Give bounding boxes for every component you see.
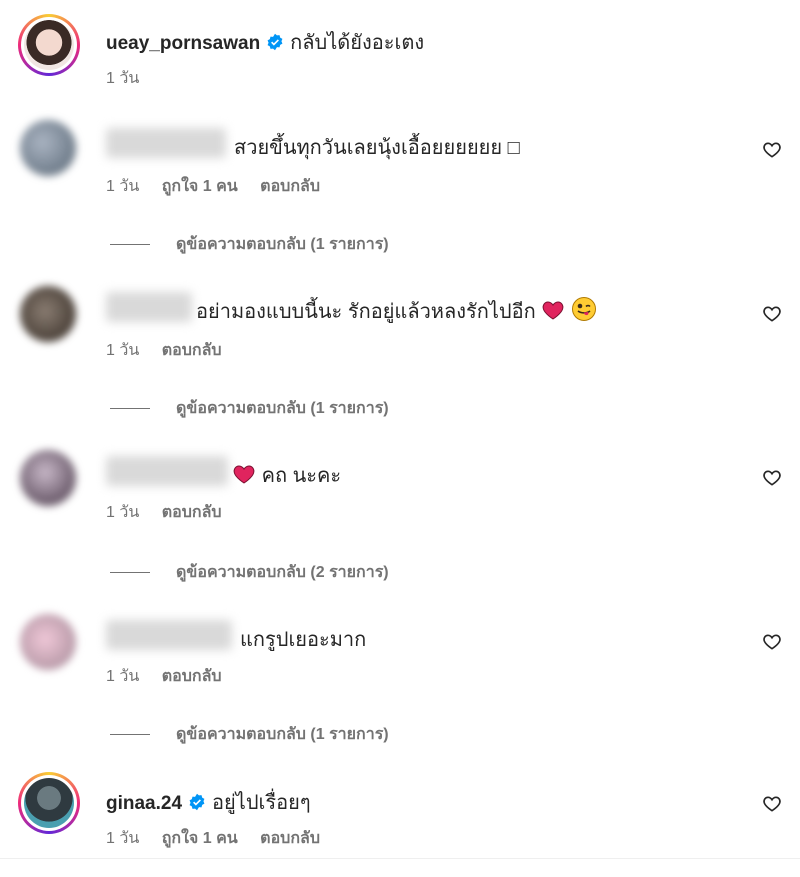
comment-meta: 1 วัน ตอบกลับ	[106, 500, 240, 525]
bottom-divider	[0, 858, 800, 859]
commenter-avatar[interactable]	[20, 450, 76, 506]
replies-divider	[110, 408, 150, 410]
comment-text: คถ นะคะ	[232, 459, 341, 491]
comment-time: 1 วัน	[106, 668, 140, 685]
missing-glyph: □	[507, 137, 520, 159]
post-time: 1 วัน	[106, 70, 140, 87]
view-replies-button[interactable]: ดูข้อความตอบกลับ (1 รายการ)	[110, 396, 389, 421]
view-replies-button[interactable]: ดูข้อความตอบกลับ (1 รายการ)	[110, 232, 389, 257]
commenter-username-blurred[interactable]	[106, 620, 232, 650]
view-replies-button[interactable]: ดูข้อความตอบกลับ (1 รายการ)	[110, 722, 389, 747]
username-text[interactable]: ueay_pornsawan	[106, 33, 260, 54]
like-heart-icon[interactable]	[762, 304, 782, 324]
reply-button[interactable]: ตอบกลับ	[162, 668, 222, 685]
comment-time: 1 วัน	[106, 342, 140, 359]
comment-meta: 1 วัน ตอบกลับ	[106, 338, 240, 363]
like-heart-icon[interactable]	[762, 632, 782, 652]
reply-button[interactable]: ตอบกลับ	[162, 342, 222, 359]
view-replies-label[interactable]: ดูข้อความตอบกลับ (1 รายการ)	[176, 400, 389, 417]
comment-text: แกรูปเยอะมาก	[240, 623, 366, 655]
comment-5: ginaa.24 อยู่ไปเรื่อยๆ 1 วัน ถูกใจ 1 คน ต…	[0, 766, 800, 856]
comment-body: คถ นะคะ	[261, 465, 342, 487]
post-author-username[interactable]: ueay_pornsawan กลับได้ยังอะเตง	[106, 26, 424, 58]
like-heart-icon[interactable]	[762, 794, 782, 814]
comment-text: อย่ามองแบบนี้นะ รักอยู่แล้วหลงรักไปอีก	[196, 295, 597, 327]
reply-button[interactable]: ตอบกลับ	[162, 504, 222, 521]
commenter-avatar[interactable]	[18, 772, 80, 834]
commenter-username-blurred[interactable]	[106, 128, 226, 158]
post-author-avatar[interactable]	[18, 14, 80, 76]
commenter-avatar[interactable]	[20, 614, 76, 670]
comment-text: สวยขึ้นทุกวันเลยนุ้งเอื้อยยยยยย □	[234, 131, 520, 163]
comment-meta: 1 วัน ถูกใจ 1 คน ตอบกลับ	[106, 826, 338, 851]
view-replies-label[interactable]: ดูข้อความตอบกลับ (2 รายการ)	[176, 564, 389, 581]
view-replies-label[interactable]: ดูข้อความตอบกลับ (1 รายการ)	[176, 236, 389, 253]
post-meta: 1 วัน	[106, 66, 157, 91]
verified-icon	[267, 33, 283, 51]
comment-body: อย่ามองแบบนี้นะ รักอยู่แล้วหลงรักไปอีก	[196, 301, 536, 323]
reply-button[interactable]: ตอบกลับ	[260, 830, 320, 847]
replies-divider	[110, 572, 150, 574]
like-heart-icon[interactable]	[762, 468, 782, 488]
verified-icon	[189, 793, 205, 811]
commenter-avatar[interactable]	[20, 120, 76, 176]
comment-time: 1 วัน	[106, 504, 140, 521]
post-caption: ueay_pornsawan กลับได้ยังอะเตง 1 วัน	[0, 0, 800, 100]
commenter-username-blurred[interactable]	[106, 456, 228, 486]
comment-body: สวยขึ้นทุกวันเลยนุ้งเอื้อยยยยยย	[234, 137, 508, 159]
replies-divider	[110, 734, 150, 736]
reply-button[interactable]: ตอบกลับ	[260, 178, 320, 195]
comment-time: 1 วัน	[106, 830, 140, 847]
comment-2: อย่ามองแบบนี้นะ รักอยู่แล้วหลงรักไปอีก 1…	[0, 274, 800, 424]
replies-divider	[110, 244, 150, 246]
commenter-username-blurred[interactable]	[106, 292, 192, 322]
comment-body: อยู่ไปเรื่อยๆ	[212, 792, 311, 814]
caption-text: กลับได้ยังอะเตง	[290, 32, 425, 54]
view-replies-label[interactable]: ดูข้อความตอบกลับ (1 รายการ)	[176, 726, 389, 743]
commenter-avatar[interactable]	[20, 286, 76, 342]
comment-4: แกรูปเยอะมาก 1 วัน ตอบกลับ ดูข้อความตอบก…	[0, 602, 800, 752]
username-text[interactable]: ginaa.24	[106, 793, 182, 814]
view-replies-button[interactable]: ดูข้อความตอบกลับ (2 รายการ)	[110, 560, 389, 585]
comment-3: คถ นะคะ 1 วัน ตอบกลับ ดูข้อความตอบกลับ (…	[0, 438, 800, 588]
winking-tongue-emoji-icon	[571, 297, 596, 321]
comment-meta: 1 วัน ตอบกลับ	[106, 664, 240, 689]
red-heart-emoji-icon	[233, 465, 255, 484]
like-heart-icon[interactable]	[762, 140, 782, 160]
likes-count[interactable]: ถูกใจ 1 คน	[162, 178, 238, 195]
comment-body: แกรูปเยอะมาก	[240, 629, 367, 651]
likes-count[interactable]: ถูกใจ 1 คน	[162, 830, 238, 847]
comment-1: สวยขึ้นทุกวันเลยนุ้งเอื้อยยยยยย □ 1 วัน …	[0, 110, 800, 260]
comment-meta: 1 วัน ถูกใจ 1 คน ตอบกลับ	[106, 174, 338, 199]
red-heart-emoji-icon	[542, 301, 564, 320]
commenter-username[interactable]: ginaa.24 อยู่ไปเรื่อยๆ	[106, 786, 311, 818]
comment-time: 1 วัน	[106, 178, 140, 195]
